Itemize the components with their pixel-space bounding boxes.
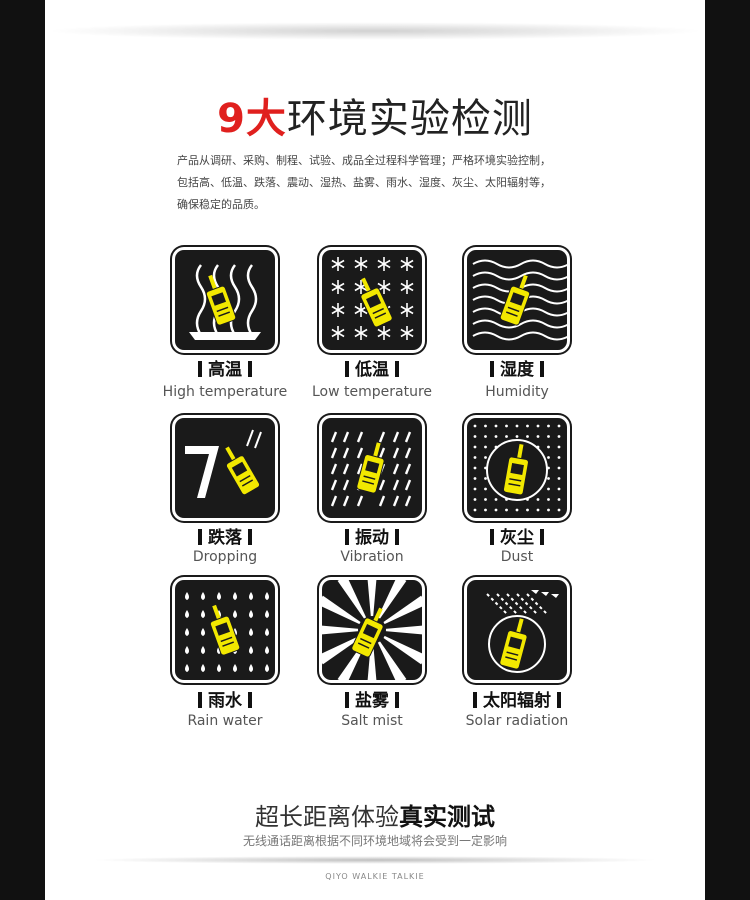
- footer-title: 超长距离体验真实测试: [0, 797, 750, 832]
- test-label-cn: 高温: [150, 355, 300, 380]
- test-label-cn: 雨水: [150, 686, 300, 711]
- footer-title-normal: 超长距离体验: [255, 803, 399, 831]
- test-label-cn: 振动: [297, 523, 447, 548]
- test-label-en: Low temperature: [311, 384, 433, 400]
- test-label-en: Humidity: [485, 384, 549, 400]
- rain-water-icon: [175, 580, 275, 680]
- test-grid: 高温 High temperature 低温 Low temperature 湿度 H…: [0, 0, 750, 900]
- vibration-icon: [322, 418, 422, 518]
- brand-name: QIYO WALKIE TALKIE: [325, 872, 425, 881]
- test-label-cn: 灰尘: [442, 523, 592, 548]
- test-label-cn: 湿度: [442, 355, 592, 380]
- test-label-cn: 盐雾: [297, 686, 447, 711]
- test-label-en: Dropping: [192, 549, 258, 565]
- test-label-cn: 低温: [297, 355, 447, 380]
- test-label-en: Salt mist: [341, 713, 403, 729]
- low-temperature-icon: [322, 250, 422, 350]
- test-label-en: Solar radiation: [465, 713, 569, 729]
- high-temperature-icon: [175, 250, 275, 350]
- test-label-cn: 太阳辐射: [442, 686, 592, 711]
- test-label-cn: 跌落: [150, 523, 300, 548]
- dropping-icon: [175, 418, 275, 518]
- test-label-en: Dust: [500, 549, 534, 565]
- solar-radiation-icon: [467, 580, 567, 680]
- humidity-icon: [467, 250, 567, 350]
- dust-icon: [467, 418, 567, 518]
- footer-divider: [90, 856, 660, 864]
- footer-subtitle: 无线通话距离根据不同环境地域将会受到一定影响: [242, 834, 507, 848]
- test-label-en: High temperature: [162, 384, 288, 400]
- footer-title-bold: 真实测试: [399, 803, 495, 831]
- test-label-en: Rain water: [187, 713, 263, 729]
- test-label-en: Vibration: [340, 549, 404, 565]
- salt-mist-icon: [322, 580, 422, 680]
